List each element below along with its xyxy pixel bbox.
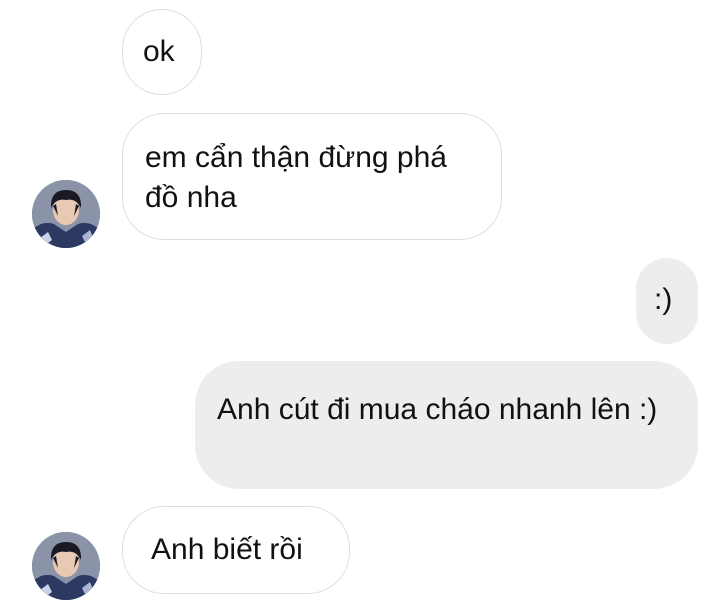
message-bubble-outgoing[interactable]: :) bbox=[636, 258, 698, 344]
message-text: Anh biết rồi bbox=[151, 533, 303, 566]
contact-avatar[interactable] bbox=[32, 180, 100, 248]
message-text: :) bbox=[654, 283, 673, 316]
chat-thread: ok em cẩn thận đừng phá đồ nha :) Anh cú… bbox=[0, 0, 720, 608]
profile-photo-icon bbox=[32, 532, 100, 600]
profile-photo-icon bbox=[32, 180, 100, 248]
message-bubble-incoming[interactable]: ok bbox=[122, 9, 202, 95]
message-text: em cẩn thận đừng phá đồ nha bbox=[145, 141, 447, 214]
message-text: ok bbox=[143, 35, 175, 68]
message-bubble-incoming[interactable]: em cẩn thận đừng phá đồ nha bbox=[122, 113, 502, 240]
message-text: Anh cút đi mua cháo nhanh lên :) bbox=[217, 393, 658, 426]
message-bubble-incoming[interactable]: Anh biết rồi bbox=[122, 506, 350, 594]
message-bubble-outgoing[interactable]: Anh cút đi mua cháo nhanh lên :) bbox=[195, 361, 698, 489]
contact-avatar[interactable] bbox=[32, 532, 100, 600]
